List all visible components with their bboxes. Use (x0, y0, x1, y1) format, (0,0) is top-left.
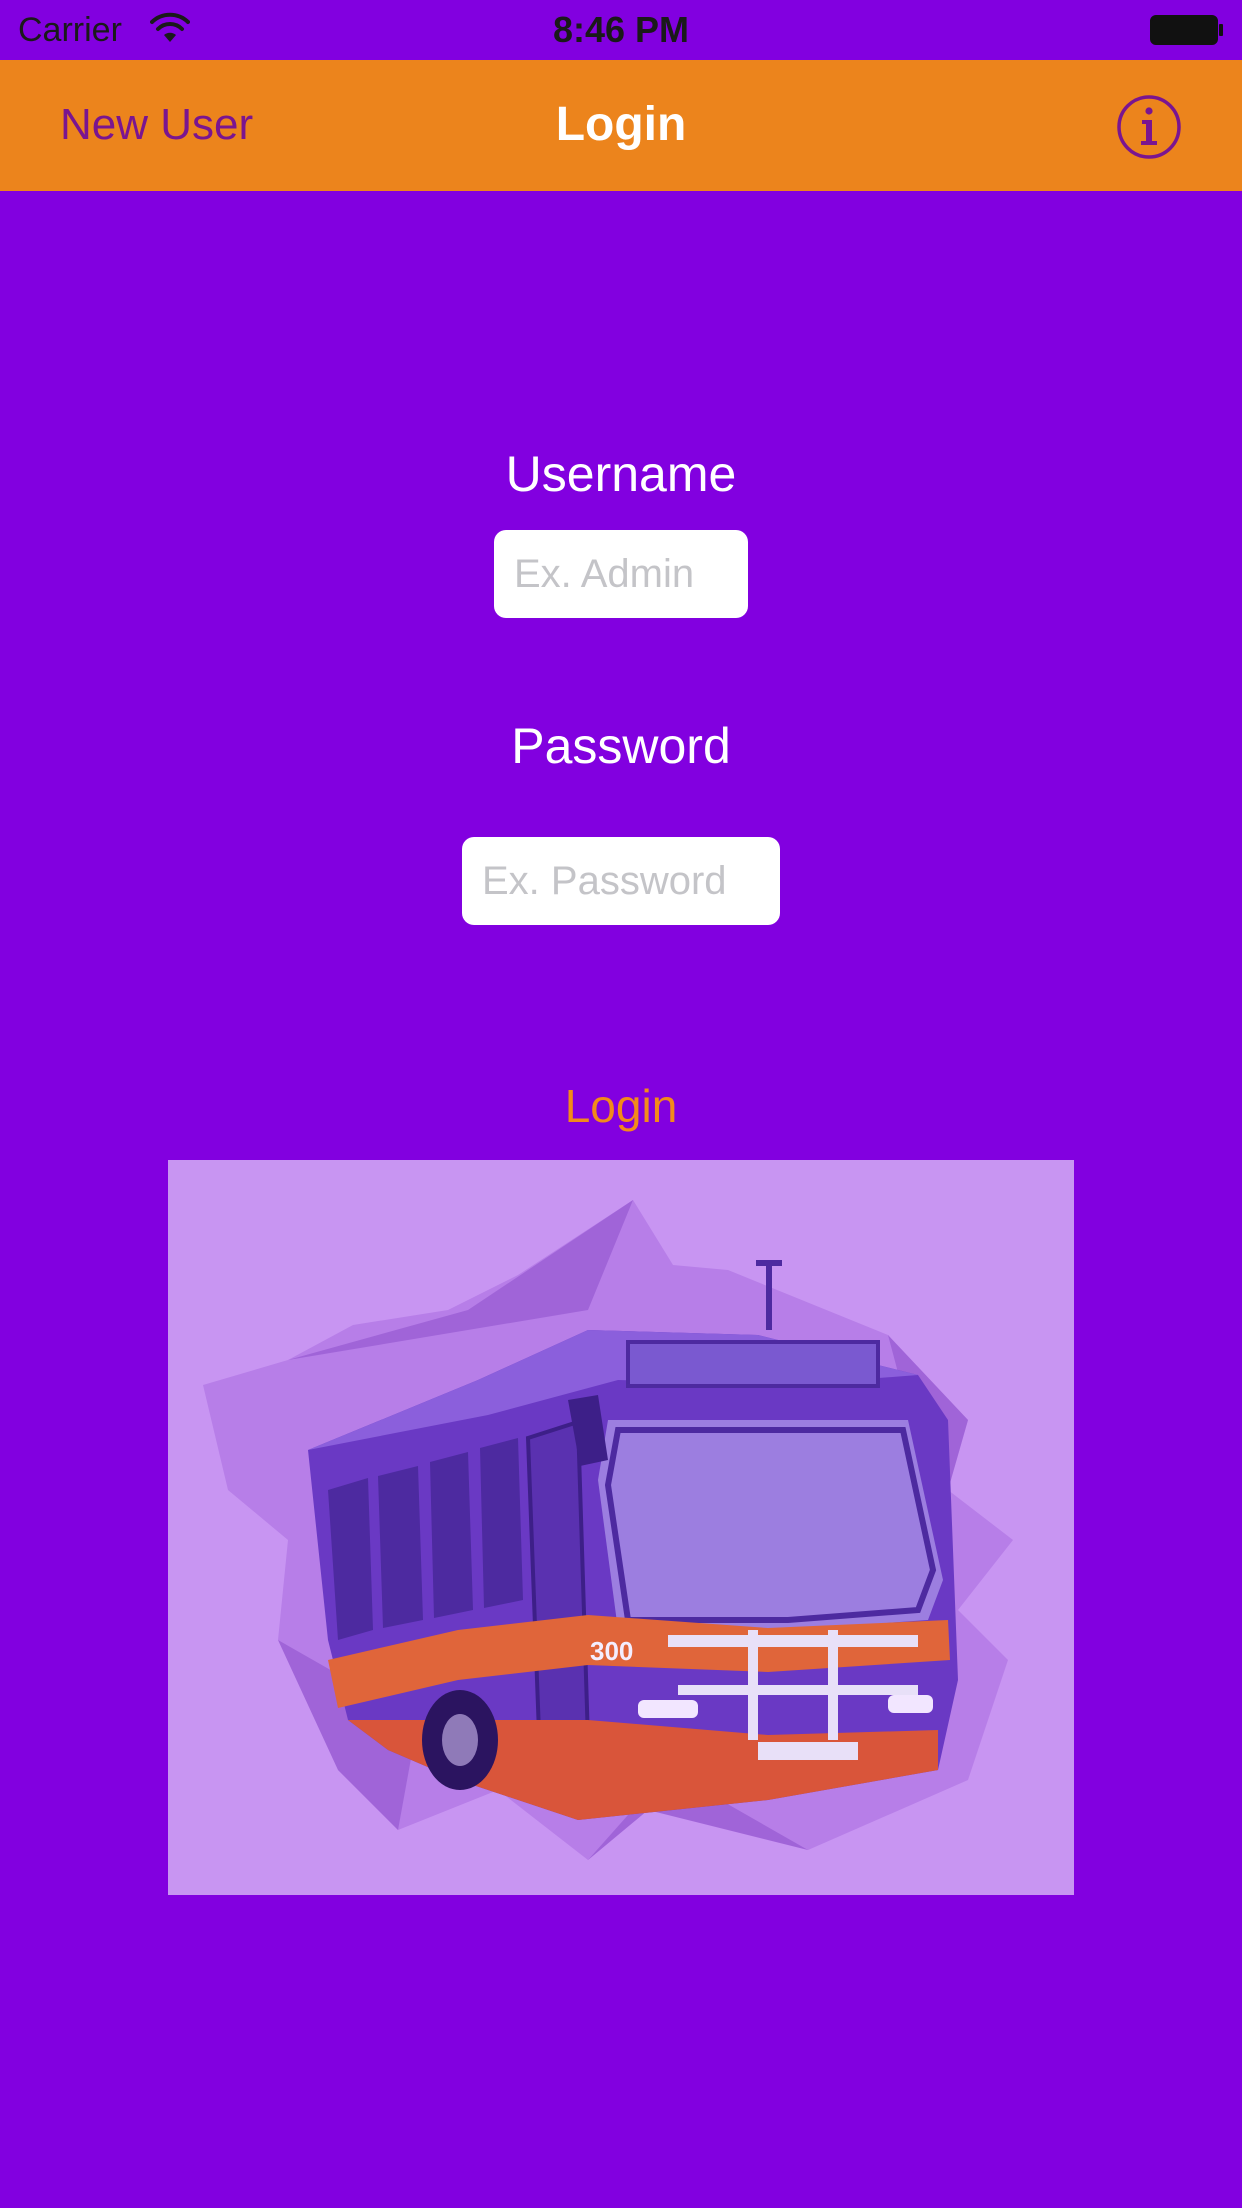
page-title: Login (555, 98, 687, 151)
navigation-bar: New User Login (0, 60, 1242, 191)
username-label: Username (505, 446, 737, 502)
password-input[interactable] (462, 837, 780, 925)
status-time: 8:46 PM (552, 9, 690, 50)
password-label: Password (511, 718, 731, 774)
status-bar: Carrier 8:46 PM (0, 0, 1242, 60)
username-input[interactable] (494, 530, 748, 618)
info-icon[interactable] (1116, 94, 1182, 160)
battery-icon (1150, 15, 1223, 45)
login-button[interactable]: Login (0, 1078, 1242, 1134)
bus-number: 300 (590, 1636, 633, 1666)
bus-illustration: 300 (168, 1160, 1074, 1895)
